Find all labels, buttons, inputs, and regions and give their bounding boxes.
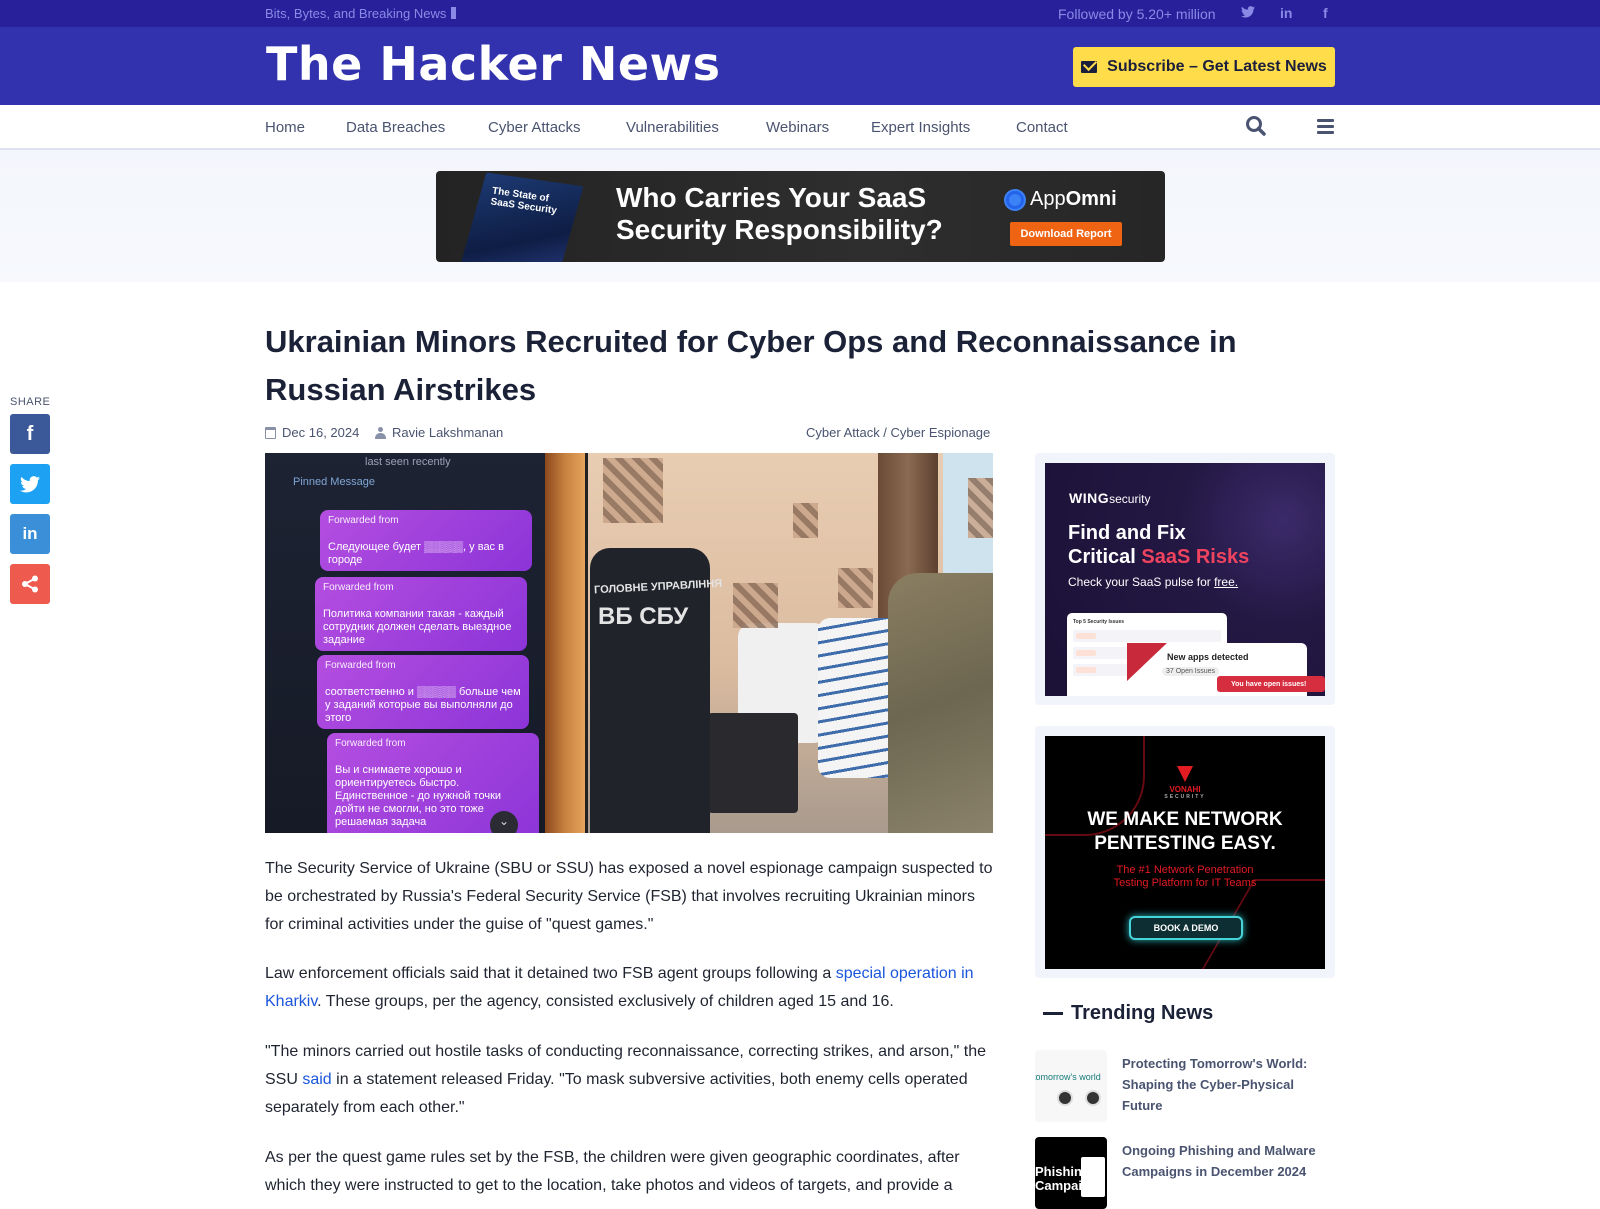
user-icon — [375, 426, 386, 439]
typing-cursor — [451, 7, 457, 19]
nav-home[interactable]: Home — [265, 119, 305, 136]
linkedin-icon[interactable]: in — [1280, 5, 1292, 21]
chat-message: Forwarded from соответственно и ▒▒▒▒▒ бол… — [317, 655, 529, 729]
share-twitter-button[interactable] — [10, 464, 50, 504]
chat-message: Forwarded from Политика компании такая - … — [315, 577, 527, 651]
chat-message: Forwarded from Следующее будет ▒▒▒▒▒, у в… — [320, 510, 532, 571]
soldier — [888, 573, 993, 833]
trending-thumbnail: tomorrow's world — [1035, 1050, 1107, 1122]
phone-status: last seen recently — [365, 456, 451, 468]
article-hero-image: last seen recently Pinned Message Forwar… — [265, 453, 993, 833]
trending-item[interactable]: tomorrow's world Protecting Tomorrow's W… — [1035, 1050, 1335, 1122]
article-paragraph: The Security Service of Ukraine (SBU or … — [265, 860, 993, 933]
nav-contact[interactable]: Contact — [1016, 119, 1068, 136]
trending-title: Ongoing Phishing and Malware Campaigns i… — [1122, 1143, 1316, 1179]
share-more-button[interactable] — [10, 564, 50, 604]
top-strip: Bits, Bytes, and Breaking News Followed … — [0, 0, 1600, 27]
share-label: SHARE — [10, 396, 51, 408]
article-categories[interactable]: Cyber Attack / Cyber Espionage — [806, 425, 990, 440]
blurred-face — [793, 503, 818, 538]
brand-suffix: Omni — [1065, 188, 1117, 210]
vonahi-logo: VONAHI SECURITY — [1045, 766, 1325, 800]
blurred-face — [838, 568, 873, 608]
share-icon — [22, 575, 38, 593]
heading-dash — [1043, 1012, 1063, 1015]
chevron-down-icon: ⌄ — [490, 811, 518, 833]
facebook-icon[interactable]: f — [1323, 5, 1328, 21]
article-paragraph: Law enforcement officials said that it d… — [265, 965, 974, 1010]
hand-edge — [545, 453, 585, 833]
pinned-message-label: Pinned Message — [293, 476, 375, 488]
appomni-banner-ad[interactable]: The State of SaaS Security Who Carries Y… — [436, 171, 1165, 262]
tagline-text: Bits, Bytes, and Breaking News — [265, 6, 447, 21]
wing-security-ad-card: WINGsecurity Find and Fix Critical SaaS … — [1035, 453, 1335, 705]
phone-screenshot: last seen recently Pinned Message Forwar… — [265, 453, 585, 833]
chair — [708, 713, 798, 813]
trending-thumbnail: Phishing Campaigns — [1035, 1137, 1107, 1209]
followers-count: Followed by 5.20+ million — [1058, 6, 1216, 22]
vonahi-security-ad[interactable]: VONAHI SECURITY WE MAKE NETWORK PENTESTI… — [1045, 736, 1325, 969]
top-ad-region: The State of SaaS Security Who Carries Y… — [0, 150, 1600, 282]
subscribe-label: Subscribe – Get Latest News — [1107, 58, 1327, 75]
tagline: Bits, Bytes, and Breaking News — [265, 6, 457, 21]
wing-security-ad[interactable]: WINGsecurity Find and Fix Critical SaaS … — [1045, 463, 1325, 696]
envelope-icon — [1081, 61, 1098, 73]
blurred-face — [968, 478, 993, 538]
hamburger-menu-icon[interactable] — [1317, 119, 1334, 134]
share-linkedin-button[interactable]: in — [10, 514, 50, 554]
facebook-icon: f — [26, 422, 34, 445]
article-date: Dec 16, 2024 — [265, 425, 359, 440]
twitter-icon — [20, 475, 40, 492]
sbu-raid-photo: ГОЛОВНЕ УПРАВЛІННЯ ВБ СБУ — [588, 453, 993, 833]
vonahi-subtext: The #1 Network Penetration Testing Platf… — [1113, 864, 1257, 889]
twitter-icon[interactable] — [1241, 5, 1255, 21]
nav-cyber-attacks[interactable]: Cyber Attacks — [488, 119, 581, 136]
article-paragraph: "The minors carried out hostile tasks of… — [265, 1043, 987, 1116]
banner-headline: Who Carries Your SaaS Security Responsib… — [616, 182, 943, 246]
calendar-icon — [265, 426, 276, 439]
main-nav: Home Data Breaches Cyber Attacks Vulnera… — [0, 105, 1600, 150]
wing-headline: Find and Fix Critical SaaS Risks — [1068, 522, 1250, 568]
site-logo[interactable]: The Hacker News — [266, 37, 720, 91]
appomni-logo: AppOmni — [1006, 188, 1117, 211]
site-header: The Hacker News Subscribe – Get Latest N… — [0, 27, 1600, 105]
vest-text-line2: ВБ СБУ — [598, 603, 689, 630]
brand-prefix: App — [1030, 188, 1066, 210]
blurred-face — [733, 583, 778, 628]
trending-item[interactable]: Phishing Campaigns Ongoing Phishing and … — [1035, 1137, 1335, 1209]
book-demo-button[interactable]: BOOK A DEMO — [1129, 916, 1243, 940]
banner-headline-line2: Security Responsibility? — [616, 214, 943, 245]
vonahi-ad-card: VONAHI SECURITY WE MAKE NETWORK PENTESTI… — [1035, 726, 1335, 978]
wing-open-issues-pill: You have open issues! — [1217, 676, 1325, 692]
vonahi-mark-icon — [1177, 766, 1193, 782]
trending-news-heading: Trending News — [1043, 1002, 1213, 1025]
article-paragraph: As per the quest game rules set by the F… — [265, 1149, 960, 1194]
trending-title: Protecting Tomorrow's World: Shaping the… — [1122, 1056, 1308, 1113]
subscribe-button[interactable]: Subscribe – Get Latest News — [1073, 47, 1335, 87]
linkedin-icon: in — [22, 524, 38, 543]
date-text: Dec 16, 2024 — [282, 425, 360, 440]
wing-logo: WINGsecurity — [1069, 490, 1151, 506]
article-author: Ravie Lakshmanan — [375, 425, 503, 440]
nav-webinars[interactable]: Webinars — [766, 119, 829, 136]
blurred-face — [603, 458, 663, 523]
vonahi-headline: WE MAKE NETWORK PENTESTING EASY. — [1087, 809, 1283, 854]
author-link[interactable]: Ravie Lakshmanan — [392, 425, 503, 440]
nav-vulnerabilities[interactable]: Vulnerabilities — [626, 119, 719, 136]
download-report-button[interactable]: Download Report — [1010, 222, 1122, 246]
ssu-said-link[interactable]: said — [302, 1071, 331, 1088]
nav-expert-insights[interactable]: Expert Insights — [871, 119, 970, 136]
wing-subtext: Check your SaaS pulse for free. — [1068, 575, 1239, 589]
share-facebook-button[interactable]: f — [10, 414, 50, 454]
gear-icon — [1006, 190, 1024, 209]
search-icon[interactable] — [1245, 115, 1267, 137]
nav-data-breaches[interactable]: Data Breaches — [346, 119, 445, 136]
warning-icon — [1127, 643, 1167, 681]
article-title: Ukrainian Minors Recruited for Cyber Ops… — [265, 324, 1237, 407]
banner-headline-line1: Who Carries Your SaaS — [616, 182, 927, 213]
